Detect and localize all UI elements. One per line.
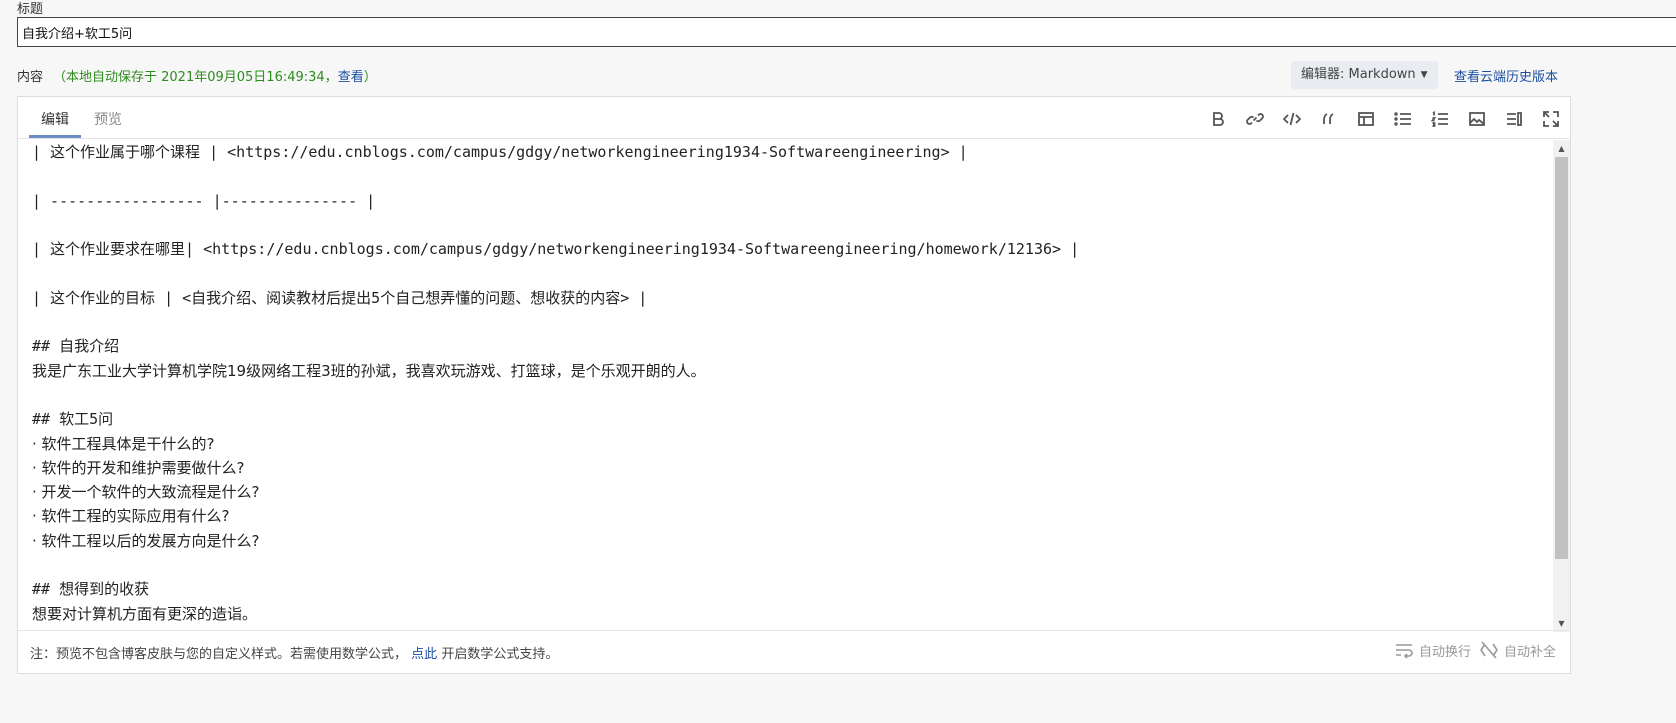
enable-math-link[interactable]: 点此 [411,647,437,662]
title-label: 标题 [17,2,44,17]
fullscreen-icon[interactable] [1539,108,1562,131]
autosave-view-link[interactable]: 查看 [338,70,364,85]
table-icon[interactable] [1354,108,1377,131]
auto-wrap-toggle[interactable]: 自动换行 [1394,640,1471,660]
content-header: 内容 （本地自动保存于 2021年09月05日16:49:34，查看） 编辑器:… [17,61,1676,89]
editor-line: · 软件工程以后的发展方向是什么? [32,531,260,550]
active-tab-indicator [29,135,81,138]
cloud-history-link[interactable]: 查看云端历史版本 [1454,66,1558,85]
markdown-editor: 编辑 预览 | 这个作业属于哪个课程 | <https://edu.cnblog… [17,96,1571,674]
editor-line: · 软件工程的实际应用有什么? [32,507,230,526]
editor-line: ## 想得到的收获 [32,580,150,599]
bullet-list-icon[interactable] [1391,108,1414,131]
image-icon[interactable] [1465,108,1488,131]
editor-footer: 注：预览不包含博客皮肤与您的自定义样式。若需使用数学公式， 点此 开启数学公式支… [18,630,1570,673]
editor-line: · 软件工程具体是干什么的? [32,434,215,453]
auto-complete-label: 自动补全 [1503,644,1556,660]
editor-line: · 软件的开发和维护需要做什么? [32,458,245,477]
editor-line: | ----------------- |--------------- | [32,191,376,210]
preview-note: 注：预览不包含博客皮肤与您的自定义样式。若需使用数学公式， 点此 开启数学公式支… [30,643,558,662]
post-editor-page: 标题 内容 （本地自动保存于 2021年09月05日16:49:34，查看） 编… [0,0,1676,723]
autosave-status: （本地自动保存于 2021年09月05日16:49:34，查看） [53,66,377,85]
chevron-down-icon: ▼ [1420,70,1428,80]
autosave-suffix: ） [363,70,377,85]
content-label: 内容 [17,70,44,85]
editor-line: 我是广东工业大学计算机学院19级网络工程3班的孙斌，我喜欢玩游戏、打篮球，是个乐… [32,361,706,380]
editor-line: | 这个作业属于哪个课程 | <https://edu.cnblogs.com/… [32,143,968,161]
tab-preview[interactable]: 预览 [94,109,122,129]
link-icon[interactable] [1243,108,1266,131]
title-input[interactable] [17,17,1676,47]
quote-icon[interactable] [1317,108,1340,131]
tab-edit[interactable]: 编辑 [41,109,69,129]
numbered-list-icon[interactable] [1428,108,1451,131]
auto-complete-toggle[interactable]: 自动补全 [1479,640,1556,660]
editor-type-select[interactable]: 编辑器: Markdown ▼ [1291,61,1438,89]
autosave-prefix: （本地自动保存于 2021年09月05日16:49:34， [53,70,338,85]
editor-type-label: 编辑器: Markdown [1301,67,1416,82]
editor-line: | 这个作业的目标 | <自我介绍、阅读教材后提出5个自己想弄懂的问题、想收获的… [32,288,648,307]
editor-options: 自动换行 自动补全 [1394,640,1556,660]
note-prefix: 注：预览不包含博客皮肤与您的自定义样式。若需使用数学公式， [30,647,408,662]
editor-line: 想要对计算机方面有更深的造诣。 [32,604,258,623]
scrollbar-thumb[interactable] [1555,157,1568,559]
editor-line: ## 软工5问 [32,410,114,429]
editor-line: ## 自我介绍 [32,337,120,356]
markdown-textarea[interactable]: | 这个作业属于哪个课程 | <https://edu.cnblogs.com/… [32,140,1532,630]
auto-wrap-label: 自动换行 [1418,644,1471,660]
wrap-icon [1395,644,1413,659]
editor-line: | 这个作业要求在哪里| <https://edu.cnblogs.com/ca… [32,240,1080,259]
editor-toolbar [1206,107,1562,131]
editor-scrollbar[interactable]: ▲ ▼ [1553,140,1570,632]
bold-icon[interactable] [1206,108,1229,131]
scroll-up-arrow-icon[interactable]: ▲ [1553,140,1570,157]
code-icon[interactable] [1280,108,1303,131]
autocomplete-off-icon [1480,641,1498,659]
split-view-icon[interactable] [1502,108,1525,131]
editor-tabs: 编辑 预览 [18,97,1570,139]
editor-line: · 开发一个软件的大致流程是什么? [32,483,260,502]
note-suffix: 开启数学公式支持。 [441,647,559,662]
